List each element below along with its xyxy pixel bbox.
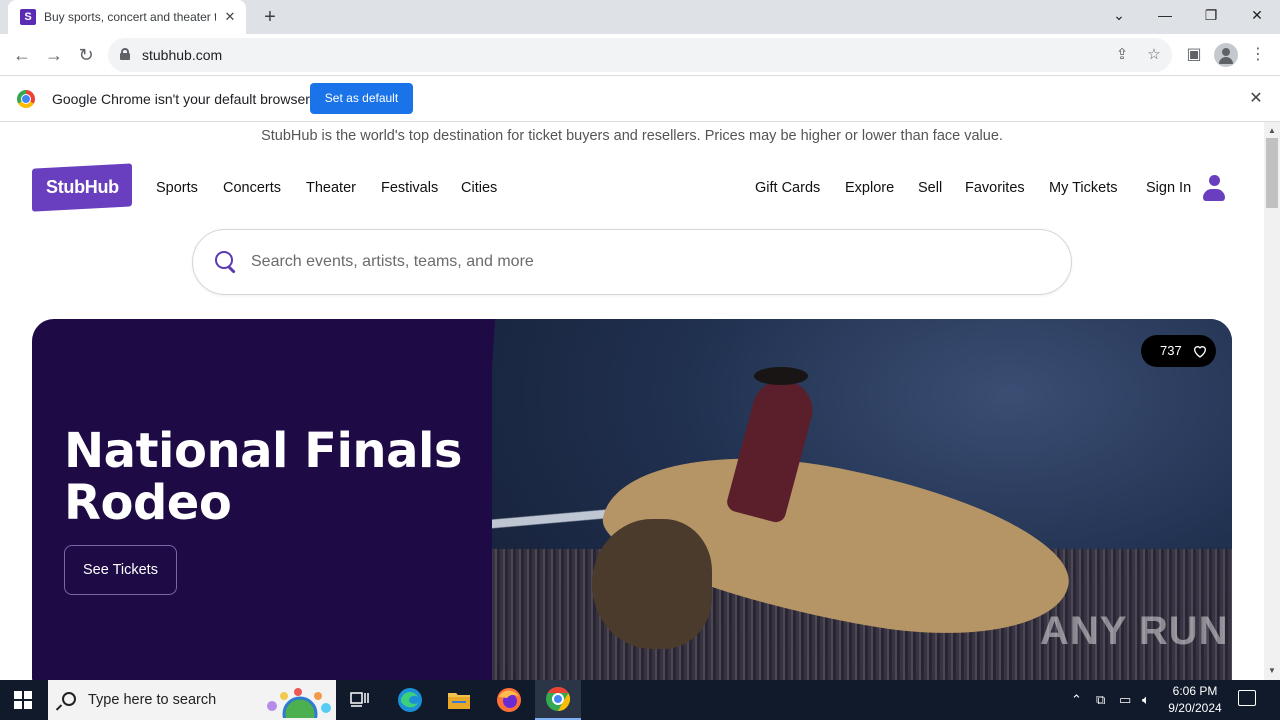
nav-explore[interactable]: Explore bbox=[845, 180, 894, 196]
hero-banner[interactable]: National Finals Rodeo See Tickets 737 AN… bbox=[32, 319, 1232, 680]
tray-chevron-up-icon[interactable]: ⌃ bbox=[1071, 692, 1082, 708]
default-browser-infobar: Google Chrome isn't your default browser… bbox=[0, 77, 1280, 122]
see-tickets-button[interactable]: See Tickets bbox=[64, 545, 177, 595]
network-icon[interactable]: ▭ bbox=[1119, 692, 1131, 708]
file-explorer-icon[interactable] bbox=[436, 680, 482, 720]
search-input[interactable] bbox=[251, 250, 1031, 274]
stubhub-favicon-icon: S bbox=[20, 9, 36, 25]
profile-avatar-icon[interactable] bbox=[1214, 43, 1238, 67]
favorite-count: 737 bbox=[1160, 343, 1182, 358]
taskbar-search-placeholder: Type here to search bbox=[88, 692, 217, 708]
heart-icon bbox=[1193, 346, 1207, 358]
back-button[interactable]: ← bbox=[10, 43, 34, 67]
scroll-up-arrow-icon[interactable]: ▲ bbox=[1264, 124, 1280, 138]
tab-search-chevron-icon[interactable]: ⌄ bbox=[1096, 0, 1142, 30]
page-content: StubHub is the world's top destination f… bbox=[0, 122, 1264, 680]
nav-sell[interactable]: Sell bbox=[918, 180, 942, 196]
firefox-icon[interactable] bbox=[486, 680, 532, 720]
new-tab-button[interactable]: + bbox=[258, 5, 282, 29]
nav-concerts[interactable]: Concerts bbox=[223, 180, 281, 196]
bookmark-star-icon[interactable]: ☆ bbox=[1143, 44, 1165, 66]
page-scrollbar[interactable]: ▲ ▼ bbox=[1264, 122, 1280, 680]
event-search-bar[interactable] bbox=[192, 229, 1072, 295]
search-icon bbox=[215, 251, 237, 273]
tab-strip: S Buy sports, concert and theater ticket… bbox=[0, 0, 1280, 34]
restore-button[interactable]: ❐ bbox=[1188, 0, 1234, 30]
favorite-count-button[interactable]: 737 bbox=[1141, 335, 1216, 367]
browser-toolbar: ← → ↻ stubhub.com ⇪ ☆ ▣ ⋮ bbox=[0, 34, 1280, 76]
scroll-down-arrow-icon[interactable]: ▼ bbox=[1264, 664, 1280, 678]
minimize-button[interactable]: — bbox=[1142, 0, 1188, 30]
chrome-taskbar-icon[interactable] bbox=[535, 680, 581, 720]
nav-cities[interactable]: Cities bbox=[461, 180, 497, 196]
nav-festivals[interactable]: Festivals bbox=[381, 180, 438, 196]
chrome-logo-icon bbox=[17, 90, 35, 108]
nav-favorites[interactable]: Favorites bbox=[965, 180, 1025, 196]
notification-center-icon[interactable] bbox=[1238, 690, 1256, 706]
disclaimer-text: StubHub is the world's top destination f… bbox=[261, 128, 1003, 144]
side-panel-icon[interactable]: ▣ bbox=[1182, 43, 1206, 67]
nav-theater[interactable]: Theater bbox=[306, 180, 356, 196]
lock-icon[interactable] bbox=[120, 48, 130, 60]
taskbar-search-box[interactable]: Type here to search bbox=[48, 680, 336, 720]
set-as-default-button[interactable]: Set as default bbox=[310, 83, 413, 114]
windows-start-icon[interactable] bbox=[14, 691, 32, 709]
close-window-button[interactable]: ✕ bbox=[1234, 0, 1280, 30]
stubhub-logo[interactable]: StubHub bbox=[32, 163, 132, 212]
tray-device-icon[interactable]: ⧉ bbox=[1096, 692, 1105, 708]
clock-time: 6:06 PM bbox=[1172, 684, 1218, 698]
infobar-message: Google Chrome isn't your default browser bbox=[52, 91, 310, 107]
menu-kebab-icon[interactable]: ⋮ bbox=[1246, 43, 1270, 67]
taskbar-search-icon bbox=[62, 692, 76, 706]
share-icon[interactable]: ⇪ bbox=[1111, 44, 1133, 66]
task-view-icon[interactable] bbox=[337, 680, 383, 720]
forward-button[interactable]: → bbox=[42, 43, 66, 67]
browser-tab[interactable]: S Buy sports, concert and theater ticket… bbox=[8, 0, 246, 34]
nav-gift-cards[interactable]: Gift Cards bbox=[755, 180, 820, 196]
tab-close-icon[interactable]: ✕ bbox=[222, 9, 238, 25]
scroll-thumb[interactable] bbox=[1266, 138, 1278, 208]
clock-date: 9/20/2024 bbox=[1168, 701, 1222, 715]
taskbar-clock[interactable]: 6:06 PM 9/20/2024 bbox=[1160, 683, 1230, 717]
volume-icon[interactable]: 🔈︎ bbox=[1142, 692, 1150, 708]
hero-title: National Finals Rodeo bbox=[64, 423, 463, 531]
address-bar[interactable]: stubhub.com ⇪ ☆ bbox=[108, 38, 1172, 72]
nav-sports[interactable]: Sports bbox=[156, 180, 198, 196]
logo-text: StubHub bbox=[45, 177, 119, 198]
tab-title: Buy sports, concert and theater tickets bbox=[44, 10, 216, 24]
windows-taskbar: Type here to search ⌃ ⧉ ▭ 🔈︎ 6:06 PM 9/2… bbox=[0, 680, 1280, 720]
reload-button[interactable]: ↻ bbox=[74, 43, 98, 67]
edge-icon[interactable] bbox=[387, 680, 433, 720]
nav-sign-in[interactable]: Sign In bbox=[1146, 180, 1191, 196]
anyrun-watermark: ANY RUN bbox=[1040, 609, 1229, 653]
url-text[interactable]: stubhub.com bbox=[142, 47, 222, 63]
search-highlight-globe-icon bbox=[267, 688, 331, 718]
infobar-close-icon[interactable]: ✕ bbox=[1246, 89, 1266, 109]
user-avatar-icon[interactable] bbox=[1201, 175, 1227, 203]
nav-my-tickets[interactable]: My Tickets bbox=[1049, 180, 1117, 196]
